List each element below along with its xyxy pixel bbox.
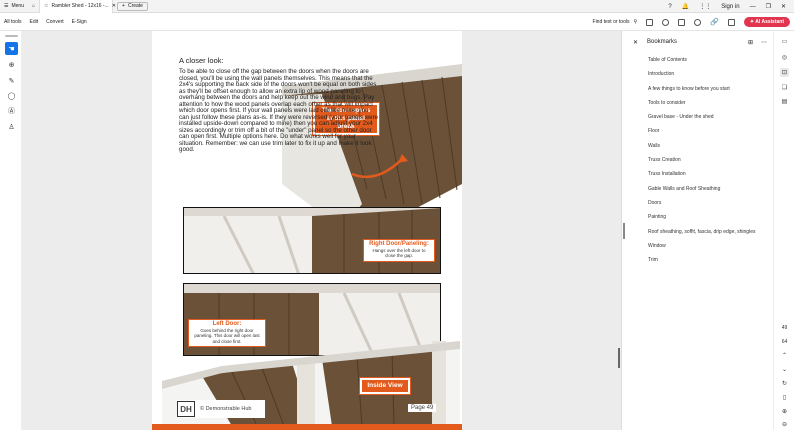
zoom-out-icon[interactable]: ⊖ (780, 420, 789, 429)
right-rail: ▭ ◎ ⊡ ❏ ▤ 49 64 ⌃ ⌄ ↻ ▯ ⊕ ⊖ (773, 31, 794, 430)
select-tool-icon[interactable]: ☚ (5, 42, 18, 55)
add-bookmark-icon[interactable]: ⊞ (748, 39, 753, 46)
bookmark-item[interactable]: Trim (648, 255, 772, 269)
menu-convert[interactable]: Convert (42, 19, 68, 25)
bookmark-item[interactable]: Walls (648, 141, 772, 155)
bookmark-item[interactable]: Truss Creation (648, 155, 772, 169)
page-down-icon[interactable]: ⌄ (780, 365, 789, 374)
panel-resize-handle[interactable] (623, 223, 625, 239)
bookmarks-list: Table of Contents Introduction A few thi… (648, 55, 772, 269)
create-label: Create (127, 3, 143, 9)
bookmark-item[interactable]: Gable Walls and Roof Sheathing (648, 184, 772, 198)
menu-label: Menu (11, 3, 24, 9)
document-tab[interactable]: ☆ Rambler Shed - 12x16 -... ✕ (39, 0, 116, 13)
bookmarks-header: ✕ Bookmarks ⊞ ⋯ (622, 31, 774, 53)
find-button[interactable]: Find text or tools ⚲ (593, 19, 638, 25)
plus-icon: + (122, 3, 125, 9)
menu-e-sign[interactable]: E-Sign (68, 19, 91, 25)
callout-right-text: Hangs over the left door to close the ga… (372, 247, 426, 259)
bookmarks-panel-icon[interactable]: ⊡ (780, 68, 789, 77)
bookmark-item[interactable]: Introduction (648, 69, 772, 83)
save-page-icon[interactable]: ▯ (780, 393, 789, 402)
search-doc-icon[interactable] (694, 18, 702, 26)
callout-right-door: Right Door/Paneling: Hangs over the left… (363, 239, 435, 262)
tab-title: Rambler Shed - 12x16 -... (51, 3, 109, 9)
print-icon[interactable] (678, 18, 686, 26)
layers-panel-icon[interactable]: ▤ (780, 97, 789, 106)
menu-edit[interactable]: Edit (26, 19, 43, 25)
stamp-tool-icon[interactable]: ♙ (5, 120, 18, 133)
pages-panel-icon[interactable]: ❏ (780, 83, 789, 92)
bookmarks-panel: ✕ Bookmarks ⊞ ⋯ Table of Contents Introd… (621, 31, 773, 430)
comment-icon[interactable] (646, 18, 654, 26)
bookmark-item[interactable]: Painting (648, 212, 772, 226)
footer-brand-text: © Demonstrable Hub (200, 406, 252, 412)
bookmark-item[interactable]: Table of Contents (648, 55, 772, 69)
bookmarks-title: Bookmarks (647, 39, 678, 45)
zoom-in-icon[interactable]: ⊕ (780, 407, 789, 416)
close-tab-icon[interactable]: ✕ (112, 3, 116, 9)
search-icon: ⚲ (633, 19, 638, 25)
bookmark-item[interactable]: Gravel base - Under the shed (648, 112, 772, 126)
create-button[interactable]: + Create (117, 1, 148, 11)
bookmark-item[interactable]: Truss Installation (648, 169, 772, 183)
pen-tool-icon[interactable]: ✎ (5, 74, 18, 87)
sign-in-button[interactable]: Sign in (721, 4, 739, 10)
total-pages-label: 64 (781, 338, 788, 345)
bookmark-item[interactable]: Doors (648, 198, 772, 212)
help-icon[interactable]: ? (668, 4, 671, 10)
callout-inside-view: Inside View (359, 377, 411, 395)
left-toolbar: ☚ ⊕ ✎ ◯ Ⓐ ♙ (0, 31, 22, 430)
maximize-icon[interactable]: ❐ (766, 3, 771, 10)
link-icon[interactable]: 🔗 (710, 18, 719, 26)
title-bar: ☰ Menu ⌂ ☆ Rambler Shed - 12x16 -... ✕ +… (0, 0, 794, 13)
page-up-icon[interactable]: ⌃ (780, 351, 789, 360)
pdf-page: The door opens at this panel break A clo… (152, 31, 462, 430)
zoom-tool-icon[interactable]: ⊕ (5, 58, 18, 71)
apps-grid-icon[interactable]: ⋮⋮ (699, 3, 711, 10)
bookmark-item[interactable]: Tools to consider (648, 98, 772, 112)
bookmark-item[interactable]: Roof sheathing, soffit, fascia, drip edg… (648, 227, 772, 241)
canvas-scrollbar[interactable] (618, 348, 620, 368)
find-label: Find text or tools (592, 19, 630, 25)
orange-footer-bar (152, 424, 462, 430)
ai-label: AI Assistant (755, 19, 784, 25)
bookmark-item[interactable]: A few things to know before you start (648, 84, 772, 98)
comment-panel-icon[interactable]: ▭ (780, 37, 789, 46)
menu-button[interactable]: ☰ Menu (0, 0, 28, 13)
home-button[interactable]: ⌂ (28, 0, 39, 13)
body-paragraph: To be able to close off the gap between … (179, 68, 379, 153)
refresh-icon[interactable]: ↻ (780, 379, 789, 388)
close-panel-icon[interactable]: ✕ (633, 39, 638, 46)
minimize-icon[interactable]: — (750, 4, 756, 10)
dh-logo: DH (177, 401, 195, 417)
text-tool-icon[interactable]: Ⓐ (5, 104, 18, 117)
bookmark-item[interactable]: Window (648, 241, 772, 255)
more-options-icon[interactable]: ⋯ (761, 39, 767, 46)
close-window-icon[interactable]: ✕ (781, 3, 786, 10)
notifications-icon[interactable]: 🔔 (682, 3, 689, 10)
page-heading: A closer look: (179, 56, 224, 65)
footer-brand: DH © Demonstrable Hub (177, 400, 265, 418)
toolbar-grip[interactable] (5, 35, 18, 37)
page-number-label: Page 49 (408, 404, 437, 412)
current-page-field[interactable]: 49 (780, 323, 789, 332)
ai-assistant-button[interactable]: ✦ AI Assistant (743, 17, 790, 27)
star-icon[interactable]: ☆ (44, 3, 48, 9)
bookmark-item[interactable]: Floor (648, 126, 772, 140)
menu-all-tools[interactable]: All tools (0, 19, 26, 25)
email-icon[interactable] (727, 18, 735, 26)
home-icon: ⌂ (32, 3, 36, 9)
hamburger-icon: ☰ (4, 3, 9, 9)
ai-panel-icon[interactable]: ◎ (780, 53, 789, 62)
upload-icon[interactable] (662, 18, 670, 26)
menu-bar: All tools Edit Convert E-Sign Find text … (0, 13, 794, 31)
lasso-tool-icon[interactable]: ◯ (5, 89, 18, 102)
document-canvas[interactable]: The door opens at this panel break A clo… (22, 31, 621, 430)
